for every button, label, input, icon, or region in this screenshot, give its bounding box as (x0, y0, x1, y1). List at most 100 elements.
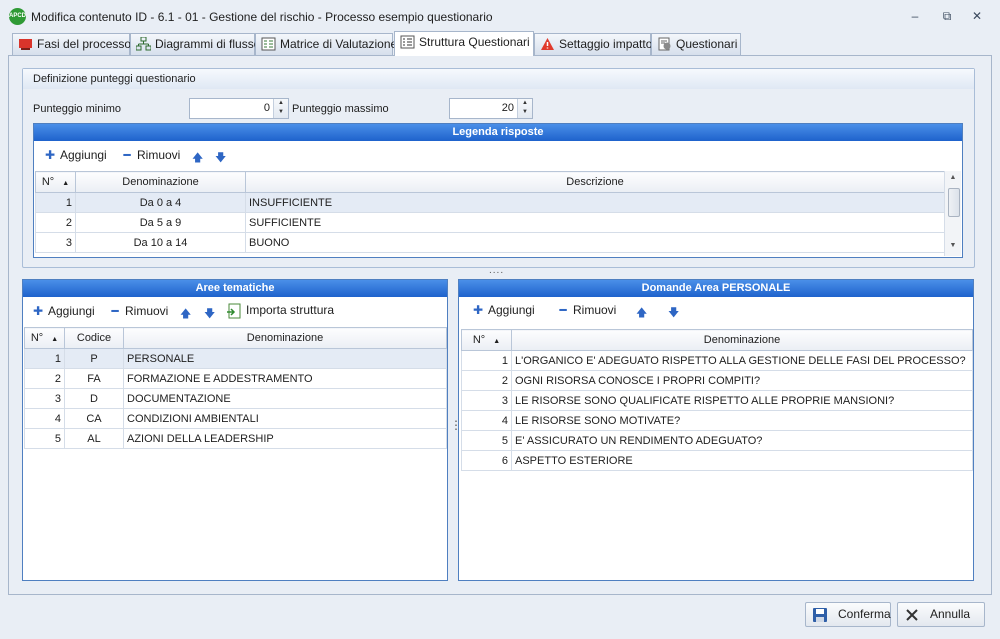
cell-n: 2 (24, 368, 65, 389)
matrix-icon (261, 37, 276, 51)
move-down-icon[interactable]: 🡇 (668, 304, 679, 323)
aree-add-button[interactable]: ✚ Aggiungi (32, 304, 95, 318)
cell-denominazione: OGNI RISORSA CONOSCE I PROPRI COMPITI? (511, 370, 973, 391)
table-row[interactable]: 5 AL AZIONI DELLA LEADERSHIP (24, 428, 447, 449)
flowchart-icon (136, 37, 151, 51)
aree-header: Aree tematiche (23, 280, 447, 297)
legenda-table: N° ▲ Denominazione Descrizione 1 Da 0 a 4… (35, 171, 945, 253)
cell-denominazione: AZIONI DELLA LEADERSHIP (123, 428, 447, 449)
confirm-label: Conferma (838, 607, 891, 621)
move-down-icon[interactable]: 🡇 (215, 149, 226, 168)
tab-diagrammi[interactable]: Diagrammi di flusso (130, 33, 260, 55)
legenda-header-row: N° ▲ Denominazione Descrizione (35, 171, 945, 193)
tab-label: Struttura Questionari (419, 35, 530, 49)
max-score-spinner[interactable]: 20 ▲ ▼ (449, 98, 533, 119)
aree-remove-button[interactable]: ━ Rimuovi (109, 304, 168, 318)
minimize-button[interactable]: – (906, 8, 924, 24)
table-row[interactable]: 4 LE RISORSE SONO MOTIVATE? (461, 410, 973, 431)
domande-add-button[interactable]: ✚ Aggiungi (472, 303, 535, 317)
table-row[interactable]: 6 ASPETTO ESTERIORE (461, 450, 973, 471)
table-row[interactable]: 1 L'ORGANICO E' ADEGUATO RISPETTO ALLA G… (461, 350, 973, 371)
tab-settaggio-impatto[interactable]: Settaggio impatto (534, 33, 652, 55)
cell-n: 1 (461, 350, 512, 371)
tab-label: Fasi del processo (37, 37, 132, 51)
cell-denominazione: DOCUMENTAZIONE (123, 388, 447, 409)
aree-table: N° ▲ Codice Denominazione 1 P PERSONALE 2… (24, 327, 447, 449)
move-up-icon[interactable]: 🡅 (636, 304, 647, 323)
scroll-down-icon[interactable]: ▼ (945, 239, 961, 253)
col-header-descrizione[interactable]: Descrizione (245, 171, 945, 193)
col-header-n[interactable]: N° ▲ (24, 327, 65, 349)
cell-descrizione: INSUFFICIENTE (245, 192, 945, 213)
remove-label: Rimuovi (137, 148, 181, 162)
table-row[interactable]: 2 Da 5 a 9 SUFFICIENTE (35, 212, 945, 233)
table-row[interactable]: 2 FA FORMAZIONE E ADDESTRAMENTO (24, 368, 447, 389)
move-down-icon[interactable]: 🡇 (204, 305, 215, 324)
remove-label: Rimuovi (125, 304, 169, 318)
cell-denominazione: LE RISORSE SONO QUALIFICATE RISPETTO ALL… (511, 390, 973, 411)
tab-struttura-questionari[interactable]: Struttura Questionari (394, 31, 534, 56)
cell-n: 2 (461, 370, 512, 391)
window-title: Modifica contenuto ID - 6.1 - 01 - Gesti… (31, 10, 493, 24)
table-row[interactable]: 5 E' ASSICURATO UN RENDIMENTO ADEGUATO? (461, 430, 973, 451)
table-row[interactable]: 2 OGNI RISORSA CONOSCE I PROPRI COMPITI? (461, 370, 973, 391)
cell-n: 3 (35, 232, 76, 253)
legenda-add-button[interactable]: ✚ Aggiungi (44, 148, 107, 162)
min-score-spinner[interactable]: 0 ▲ ▼ (189, 98, 289, 119)
cell-n: 4 (24, 408, 65, 429)
tab-fasi-processo[interactable]: Fasi del processo (12, 33, 132, 55)
spin-down-icon[interactable]: ▼ (274, 108, 288, 117)
tab-matrice[interactable]: Matrice di Valutazione (255, 33, 397, 55)
cancel-button[interactable]: Annulla (897, 602, 985, 627)
col-header-n[interactable]: N° ▲ (461, 329, 512, 351)
plus-icon: ✚ (472, 303, 484, 317)
domande-remove-button[interactable]: ━ Rimuovi (557, 303, 616, 317)
confirm-button[interactable]: Conferma (805, 602, 891, 627)
tab-label: Questionari (676, 37, 738, 51)
spin-up-icon[interactable]: ▲ (274, 99, 288, 108)
cell-descrizione: BUONO (245, 232, 945, 253)
col-header-codice[interactable]: Codice (64, 327, 124, 349)
spin-down-icon[interactable]: ▼ (518, 108, 532, 117)
minus-icon: ━ (559, 303, 567, 317)
max-score-spin-buttons[interactable]: ▲ ▼ (517, 99, 532, 118)
col-header-denominazione[interactable]: Denominazione (123, 327, 447, 349)
legenda-remove-button[interactable]: ━ Rimuovi (121, 148, 180, 162)
aree-import-button[interactable]: Importa struttura (226, 303, 334, 319)
table-row[interactable]: 3 Da 10 a 14 BUONO (35, 232, 945, 253)
minus-icon: ━ (123, 148, 131, 162)
cell-denominazione: LE RISORSE SONO MOTIVATE? (511, 410, 973, 431)
spin-up-icon[interactable]: ▲ (518, 99, 532, 108)
cell-n: 3 (461, 390, 512, 411)
cell-n: 4 (461, 410, 512, 431)
table-row[interactable]: 3 LE RISORSE SONO QUALIFICATE RISPETTO A… (461, 390, 973, 411)
scroll-up-icon[interactable]: ▲ (945, 171, 961, 185)
min-score-spin-buttons[interactable]: ▲ ▼ (273, 99, 288, 118)
restore-button[interactable]: ⧉ (938, 8, 956, 24)
scroll-thumb[interactable] (948, 188, 960, 217)
col-header-denominazione[interactable]: Denominazione (511, 329, 973, 351)
domande-header-row: N° ▲ Denominazione (461, 329, 973, 351)
table-row[interactable]: 1 P PERSONALE (24, 348, 447, 369)
aree-header-row: N° ▲ Codice Denominazione (24, 327, 447, 349)
table-row[interactable]: 3 D DOCUMENTAZIONE (24, 388, 447, 409)
table-row[interactable]: 1 Da 0 a 4 INSUFFICIENTE (35, 192, 945, 213)
cell-denominazione: ASPETTO ESTERIORE (511, 450, 973, 471)
tab-questionari[interactable]: Questionari (651, 33, 741, 55)
col-header-n[interactable]: N° ▲ (35, 171, 76, 193)
col-header-denominazione[interactable]: Denominazione (75, 171, 246, 193)
save-icon (813, 608, 827, 622)
cell-denominazione: Da 10 a 14 (75, 232, 246, 253)
domande-table: N° ▲ Denominazione 1 L'ORGANICO E' ADEGUA… (461, 329, 973, 471)
legenda-scrollbar[interactable]: ▲ ▼ (944, 171, 961, 256)
cell-n: 3 (24, 388, 65, 409)
definizione-title: Definizione punteggi questionario (33, 73, 196, 85)
horizontal-splitter-grip[interactable]: .... (489, 265, 504, 276)
move-up-icon[interactable]: 🡅 (192, 149, 203, 168)
close-button[interactable]: ✕ (968, 8, 986, 24)
sort-asc-icon: ▲ (51, 336, 59, 343)
move-up-icon[interactable]: 🡅 (180, 305, 191, 324)
cell-n: 2 (35, 212, 76, 233)
process-phases-icon (19, 39, 32, 50)
table-row[interactable]: 4 CA CONDIZIONI AMBIENTALI (24, 408, 447, 429)
